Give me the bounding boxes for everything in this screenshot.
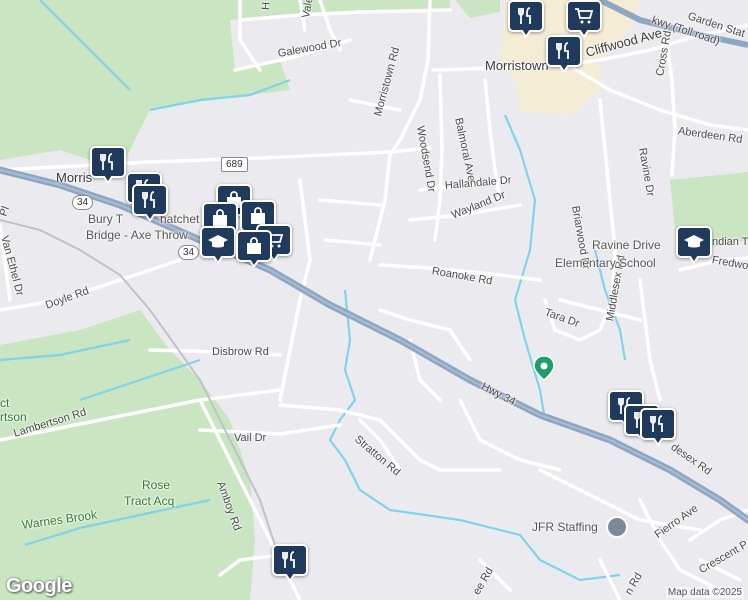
label-bury[interactable]: Bury T — [88, 212, 123, 226]
restaurant-pin[interactable] — [132, 184, 168, 222]
restaurant-pin[interactable] — [546, 35, 582, 73]
map-base-layer — [0, 0, 748, 600]
fork-knife-icon — [100, 153, 113, 170]
bag-icon — [247, 237, 261, 254]
fork-knife-icon — [518, 7, 531, 24]
cart-icon — [575, 8, 594, 24]
fork-knife-icon — [282, 551, 295, 568]
label-tract-son: rtson — [0, 410, 27, 424]
shopping-bag-pin[interactable] — [236, 230, 272, 268]
school-pin[interactable] — [676, 226, 712, 264]
fork-knife-icon — [556, 42, 569, 59]
bag-icon — [251, 207, 265, 224]
map-canvas[interactable]: Galewood Dr Valery H Morristown Rd Morri… — [0, 0, 748, 600]
label-tract-acq: Tract Acq — [124, 494, 175, 508]
graduation-cap-icon — [208, 235, 228, 248]
restaurant-pin[interactable] — [508, 0, 544, 38]
label-disbrow: Disbrow Rd — [212, 346, 269, 358]
label-rose: Rose — [142, 478, 171, 492]
bag-icon — [213, 209, 227, 226]
google-logo[interactable]: Google — [6, 575, 72, 598]
shield-34-center: 34 — [178, 245, 200, 260]
shopping-cart-pin[interactable] — [566, 0, 602, 38]
fork-knife-icon — [142, 191, 155, 208]
location-pin-icon[interactable] — [533, 355, 555, 381]
park-top — [455, 0, 500, 18]
label-hw: H — [260, 1, 273, 11]
label-axe-throw[interactable]: Bridge - Axe Throw — [86, 228, 188, 242]
restaurant-pin[interactable] — [640, 408, 676, 446]
building-icon[interactable] — [606, 516, 628, 538]
restaurant-pin[interactable] — [90, 146, 126, 184]
graduation-cap-icon — [684, 235, 704, 248]
label-vail: Vail Dr — [234, 432, 267, 444]
label-jfr-staffing[interactable]: JFR Staffing — [532, 520, 598, 534]
label-school-type[interactable]: Elementary School — [555, 256, 656, 270]
fork-knife-icon — [650, 415, 663, 432]
map-attribution[interactable]: Map data ©2025 — [665, 587, 744, 598]
label-morris-left: Morris — [56, 170, 93, 185]
label-indian: ndian T — [712, 236, 748, 248]
school-pin[interactable] — [200, 226, 236, 264]
shield-34-west: 34 — [72, 195, 94, 210]
restaurant-pin[interactable] — [272, 544, 308, 582]
label-tract: ct — [0, 396, 10, 410]
label-school-name[interactable]: Ravine Drive — [592, 238, 661, 252]
shield-689: 689 — [221, 157, 248, 172]
label-morristown-top: Morristown — [485, 58, 549, 73]
